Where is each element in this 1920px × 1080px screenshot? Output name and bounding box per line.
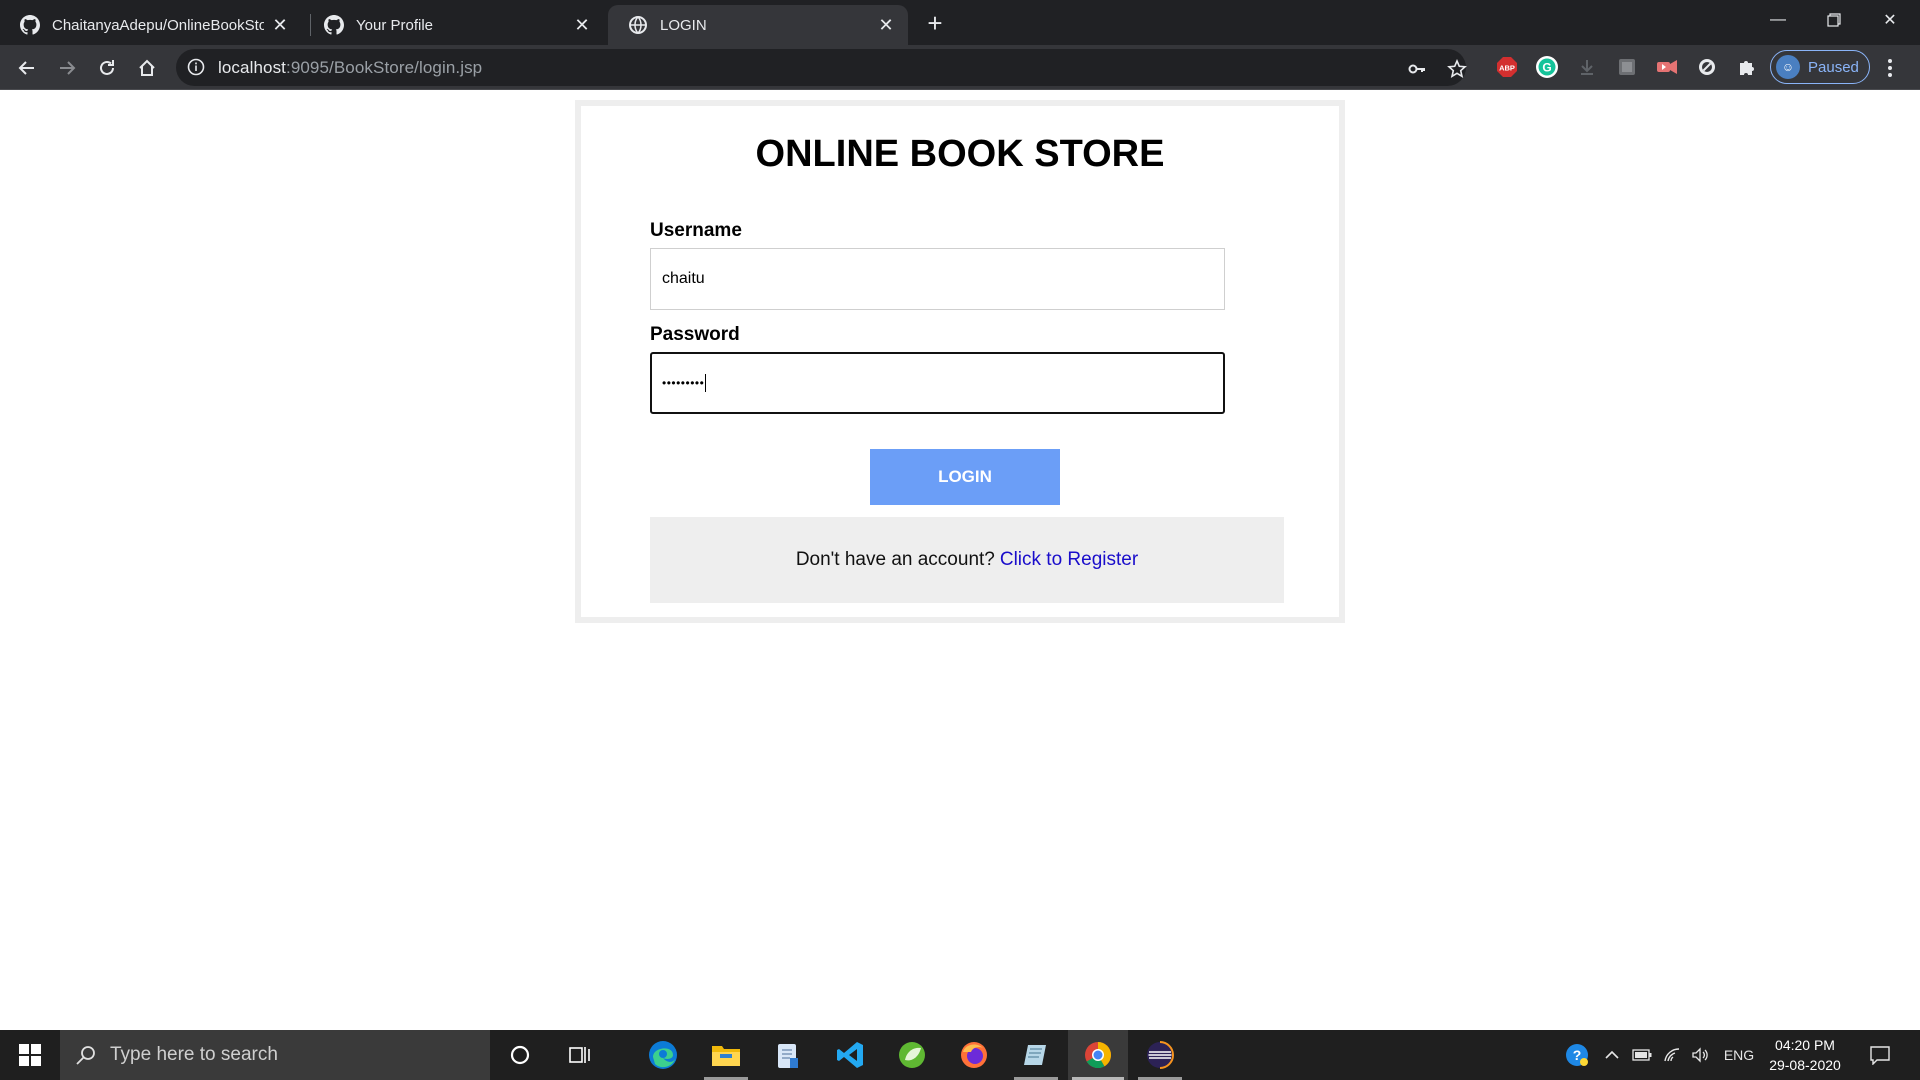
windows-start-icon[interactable] [0, 1030, 60, 1080]
username-field[interactable]: chaitu [650, 248, 1225, 310]
file-explorer-icon[interactable] [696, 1030, 756, 1080]
tab-login[interactable]: LOGIN ✕ [608, 5, 908, 45]
help-icon[interactable]: ? [1560, 1030, 1594, 1080]
page-title: ONLINE BOOK STORE [755, 133, 1165, 175]
taskbar-clock[interactable]: 04:20 PM 29-08-2020 [1765, 1035, 1845, 1075]
svg-text:G: G [1542, 61, 1551, 75]
tab-github-repo[interactable]: ChaitanyaAdepu/OnlineBookStor ✕ [0, 5, 302, 45]
svg-text:?: ? [1573, 1047, 1582, 1063]
notepad-plus-icon[interactable] [1006, 1030, 1066, 1080]
profile-paused-button[interactable]: ☺ Paused [1770, 50, 1870, 84]
github-icon [324, 15, 344, 35]
search-placeholder: Type here to search [110, 1044, 278, 1065]
register-prompt-text: Don't have an account? [795, 549, 995, 570]
password-key-icon[interactable] [1406, 58, 1428, 80]
task-view-icon[interactable] [550, 1030, 610, 1080]
search-icon [76, 1046, 95, 1065]
address-bar[interactable]: localhost:9095/BookStore/login.jsp [176, 49, 1468, 86]
restore-icon[interactable] [1806, 0, 1862, 40]
language-text: ENG [1723, 1047, 1755, 1063]
extension-square-icon[interactable] [1615, 55, 1639, 79]
language-indicator[interactable]: ENG [1720, 1030, 1758, 1080]
battery-icon[interactable] [1630, 1030, 1654, 1080]
svg-text:ABP: ABP [1499, 64, 1515, 73]
tab-title: LOGIN [660, 16, 707, 34]
window-close-icon[interactable]: ✕ [1862, 0, 1918, 40]
chrome-menu-icon[interactable] [1880, 57, 1900, 79]
new-tab-plus-icon[interactable]: + [922, 8, 948, 38]
puzzle-icon[interactable] [1735, 55, 1759, 79]
register-link[interactable]: Click to Register [1000, 549, 1138, 571]
bookmark-star-icon[interactable] [1446, 58, 1468, 80]
spring-icon[interactable] [882, 1030, 942, 1080]
firefox-icon[interactable] [944, 1030, 1004, 1080]
chrome-icon[interactable] [1068, 1030, 1128, 1080]
tab-title: ChaitanyaAdepu/OnlineBookStor [52, 16, 264, 34]
wifi-icon[interactable] [1660, 1030, 1684, 1080]
notepad-icon[interactable] [758, 1030, 818, 1080]
login-card: ONLINE BOOK STORE Username chaitu Passwo… [575, 100, 1345, 623]
clock-time: 04:20 PM [1775, 1037, 1835, 1053]
grammarly-icon[interactable]: G [1535, 55, 1559, 79]
eclipse-icon[interactable] [1130, 1030, 1190, 1080]
close-icon[interactable]: ✕ [270, 15, 290, 35]
username-label: Username [650, 220, 742, 241]
github-icon [20, 15, 40, 35]
cortana-icon[interactable] [490, 1030, 550, 1080]
chevron-up-icon[interactable] [1600, 1030, 1624, 1080]
tab-title: Your Profile [356, 16, 433, 34]
back-arrow-icon[interactable] [12, 53, 42, 83]
adblock-plus-icon[interactable]: ABP [1495, 55, 1519, 79]
reload-icon[interactable] [92, 53, 122, 83]
close-icon[interactable]: ✕ [876, 15, 896, 35]
password-mask: ••••••••• [662, 376, 705, 390]
site-info-icon[interactable] [186, 57, 206, 77]
clock-date: 29-08-2020 [1769, 1057, 1841, 1073]
password-label: Password [650, 324, 740, 345]
download-icon[interactable] [1575, 55, 1599, 79]
text-caret [705, 374, 707, 392]
minimize-icon[interactable]: — [1750, 0, 1806, 40]
login-button[interactable]: LOGIN [870, 449, 1060, 505]
url-text: localhost:9095/BookStore/login.jsp [218, 58, 483, 77]
browser-tab-strip: ChaitanyaAdepu/OnlineBookStor ✕ Your Pro… [0, 0, 1920, 45]
windows-taskbar: Type here to search ? ENG 04:20 PM 29-08… [0, 1030, 1920, 1080]
password-field[interactable]: ••••••••• [650, 352, 1225, 414]
video-extension-icon[interactable] [1655, 55, 1679, 79]
block-icon[interactable] [1695, 55, 1719, 79]
close-icon[interactable]: ✕ [572, 15, 592, 35]
home-icon[interactable] [132, 53, 162, 83]
browser-toolbar: localhost:9095/BookStore/login.jsp ABP G… [0, 45, 1920, 90]
profile-status: Paused [1808, 58, 1859, 76]
edge-icon[interactable] [633, 1030, 693, 1080]
taskbar-search-box[interactable]: Type here to search [60, 1030, 490, 1080]
notification-center-icon[interactable] [1862, 1030, 1898, 1080]
username-value: chaitu [662, 270, 705, 287]
avatar: ☺ [1776, 55, 1800, 79]
forward-arrow-icon[interactable] [52, 53, 82, 83]
volume-icon[interactable] [1688, 1030, 1712, 1080]
globe-icon [628, 15, 648, 35]
register-prompt-box: Don't have an account? Click to Register [650, 517, 1284, 603]
vscode-icon[interactable] [820, 1030, 880, 1080]
tab-your-profile[interactable]: Your Profile ✕ [304, 5, 604, 45]
